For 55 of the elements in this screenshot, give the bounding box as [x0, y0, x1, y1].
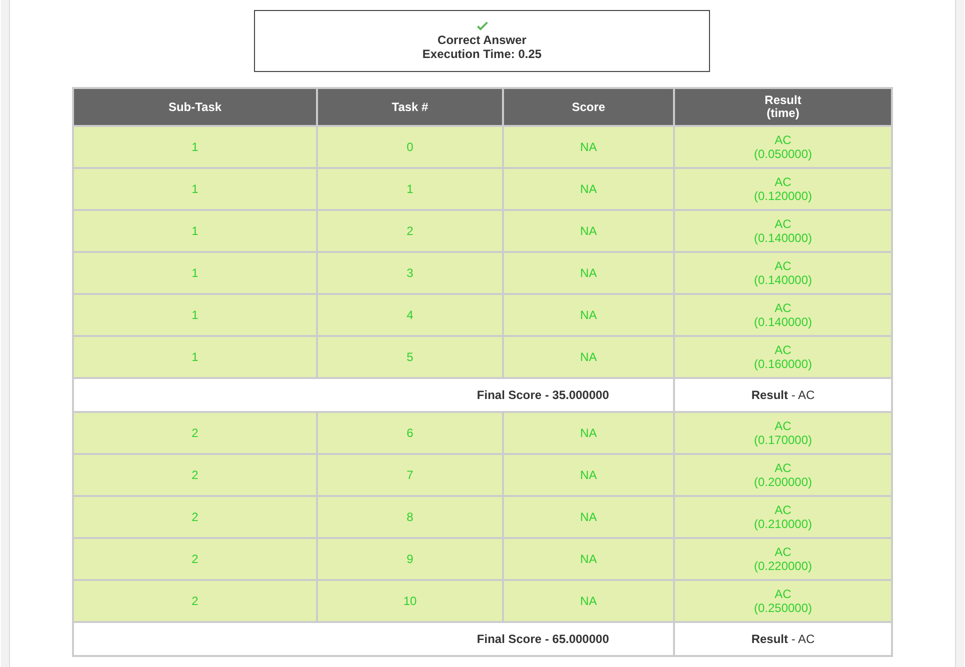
- table-cell: NA: [503, 496, 674, 538]
- verdict-status: Correct Answer: [438, 33, 526, 47]
- table-cell: 4: [317, 294, 503, 336]
- table-cell: 2: [73, 412, 317, 454]
- table-cell: AC (0.140000): [674, 294, 892, 336]
- table-cell: NA: [503, 210, 674, 252]
- table-cell: 5: [317, 336, 503, 378]
- table-cell: NA: [503, 168, 674, 210]
- table-cell: 9: [317, 538, 503, 580]
- table-cell: NA: [503, 580, 674, 622]
- table-cell: NA: [503, 252, 674, 294]
- execution-time: Execution Time: 0.25: [422, 47, 542, 61]
- table-cell: 6: [317, 412, 503, 454]
- column-header: Score: [503, 88, 674, 126]
- table-cell: NA: [503, 538, 674, 580]
- table-cell: 1: [73, 126, 317, 168]
- table-cell: 2: [73, 454, 317, 496]
- table-cell: AC (0.050000): [674, 126, 892, 168]
- table-cell: AC (0.170000): [674, 412, 892, 454]
- table-cell: 0: [317, 126, 503, 168]
- table-cell: 2: [73, 538, 317, 580]
- table-cell: 1: [73, 294, 317, 336]
- final-score-cell: Final Score - 65.000000: [73, 622, 674, 656]
- table-cell: 3: [317, 252, 503, 294]
- result-cell: Result - AC: [674, 622, 892, 656]
- table-cell: NA: [503, 126, 674, 168]
- table-cell: 2: [317, 210, 503, 252]
- table-cell: AC (0.160000): [674, 336, 892, 378]
- table-cell: 1: [73, 168, 317, 210]
- table-cell: 1: [317, 168, 503, 210]
- table-cell: NA: [503, 412, 674, 454]
- table-cell: 1: [73, 336, 317, 378]
- table-cell: NA: [503, 454, 674, 496]
- table-cell: 10: [317, 580, 503, 622]
- table-cell: 1: [73, 210, 317, 252]
- table-cell: AC (0.140000): [674, 252, 892, 294]
- column-header: Task #: [317, 88, 503, 126]
- table-cell: NA: [503, 294, 674, 336]
- table-cell: 8: [317, 496, 503, 538]
- table-cell: NA: [503, 336, 674, 378]
- table-cell: AC (0.250000): [674, 580, 892, 622]
- column-header: Sub-Task: [73, 88, 317, 126]
- column-header: Result (time): [674, 88, 892, 126]
- table-cell: 2: [73, 496, 317, 538]
- table-cell: AC (0.140000): [674, 210, 892, 252]
- table-cell: AC (0.210000): [674, 496, 892, 538]
- table-cell: 2: [73, 580, 317, 622]
- table-cell: 7: [317, 454, 503, 496]
- table-cell: AC (0.120000): [674, 168, 892, 210]
- final-score-cell: Final Score - 35.000000: [73, 378, 674, 412]
- result-cell: Result - AC: [674, 378, 892, 412]
- table-cell: 1: [73, 252, 317, 294]
- check-icon: [476, 21, 488, 32]
- table-cell: AC (0.220000): [674, 538, 892, 580]
- table-cell: AC (0.200000): [674, 454, 892, 496]
